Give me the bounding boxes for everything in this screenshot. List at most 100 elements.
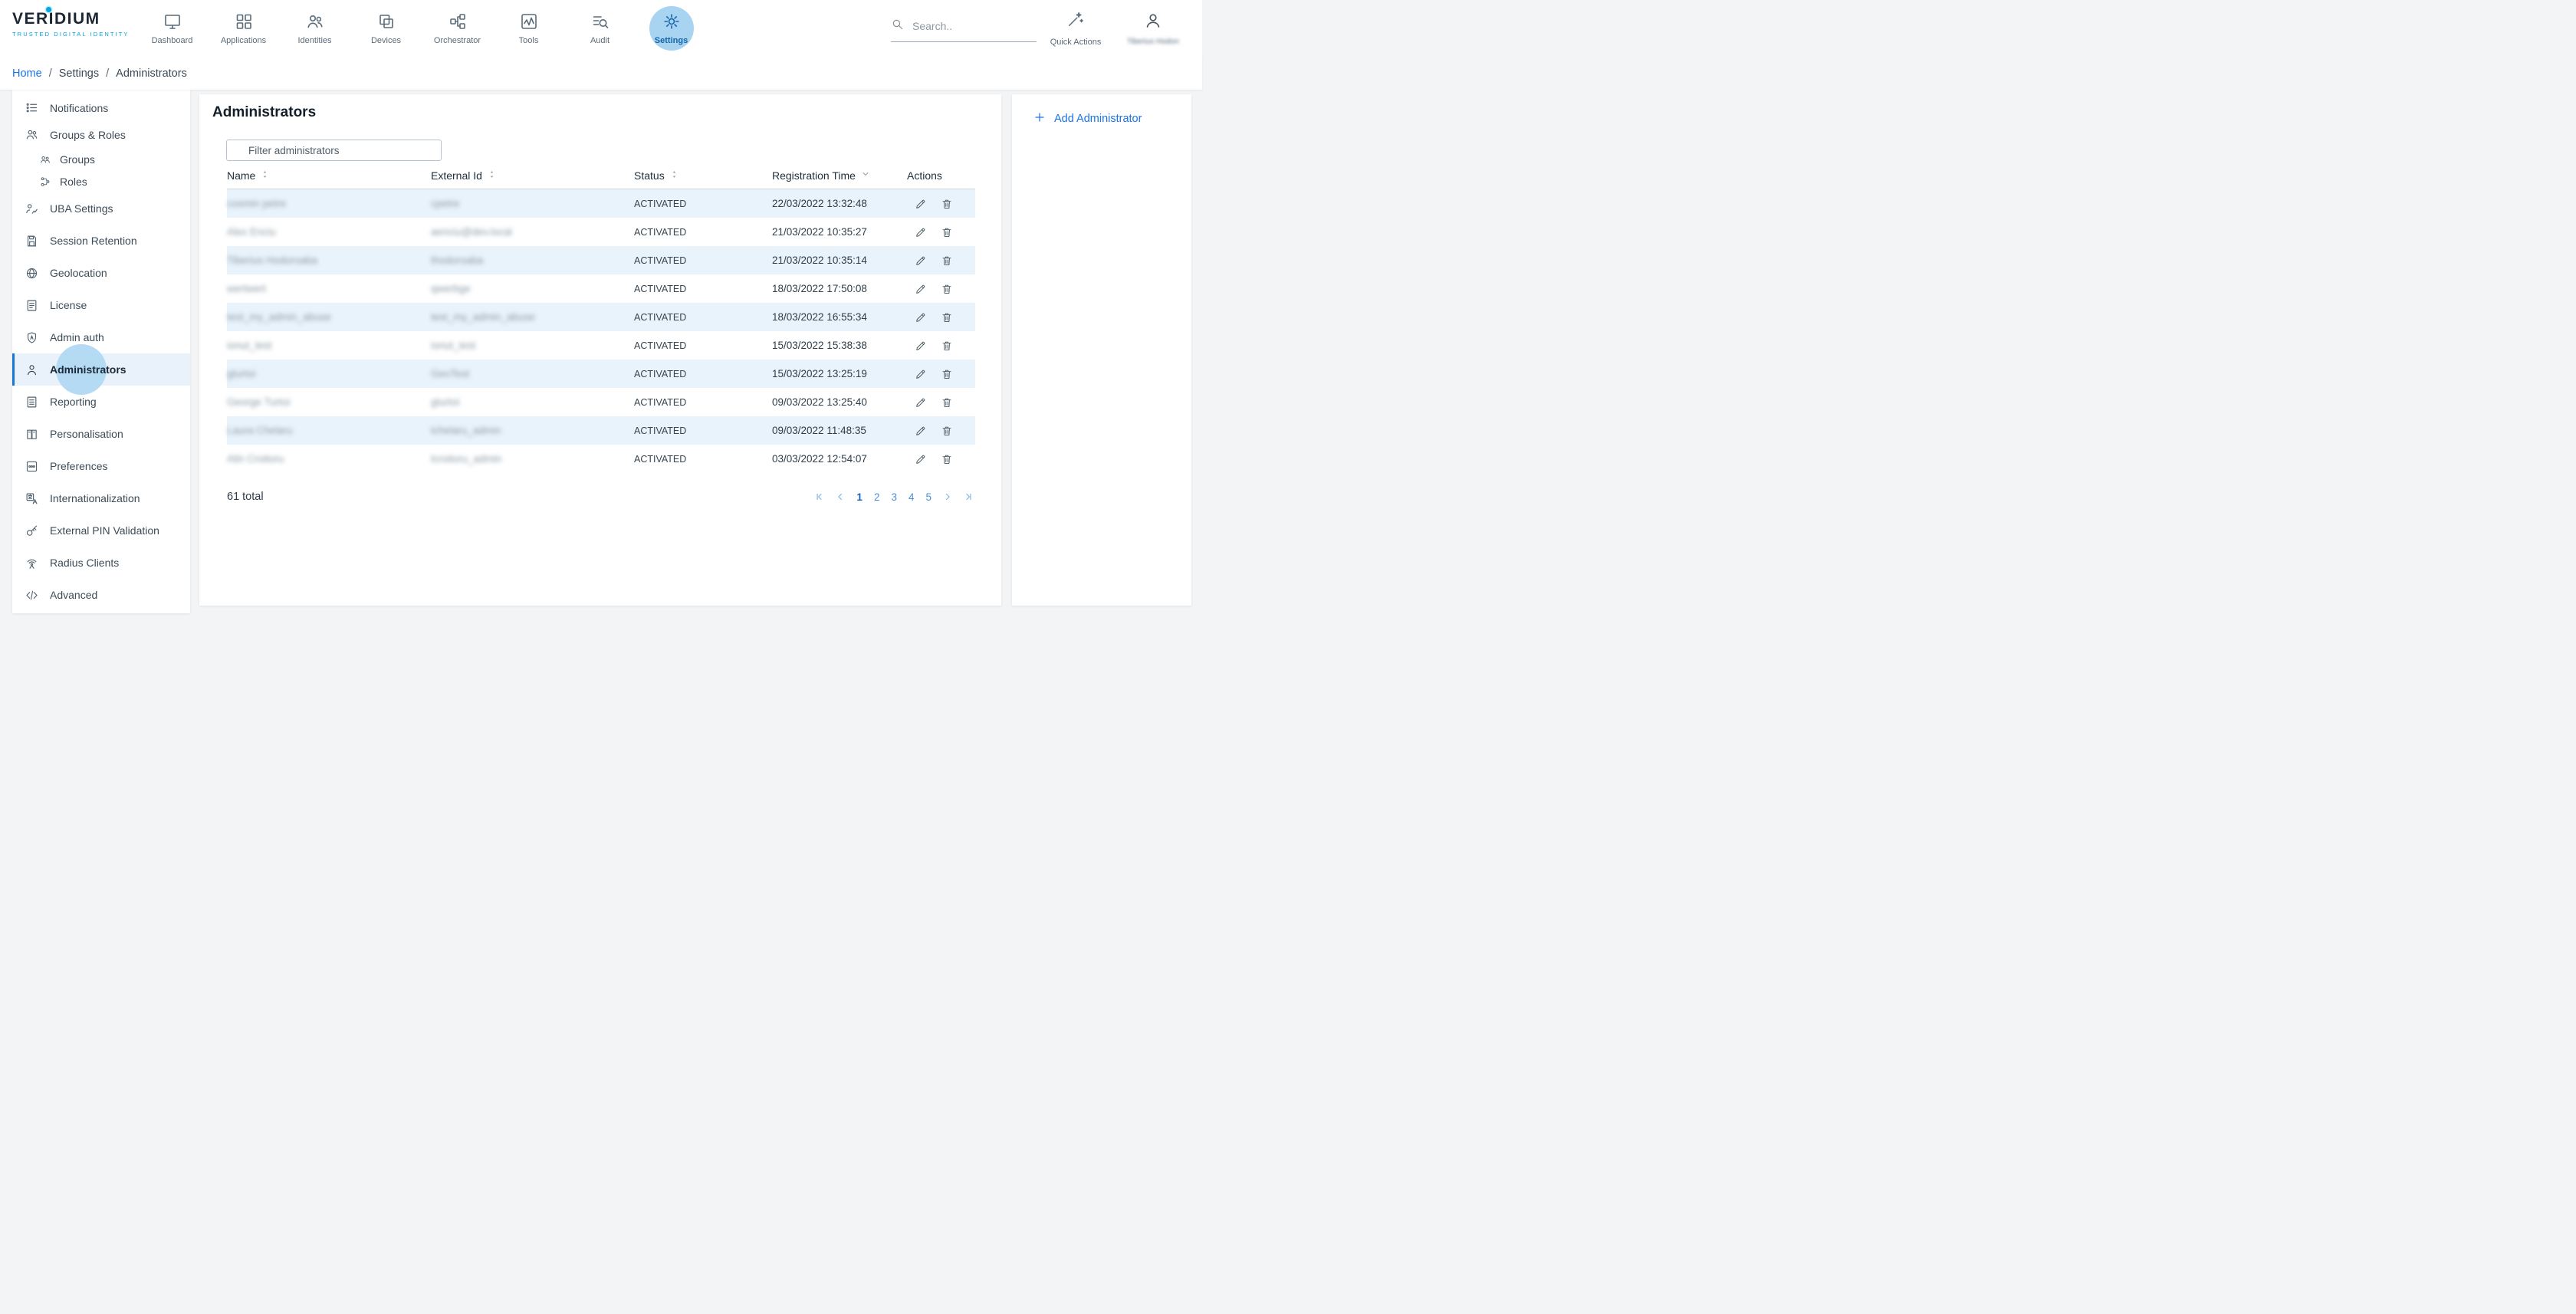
add-administrator-button[interactable]: Add Administrator [1033, 111, 1191, 126]
edit-admin-button[interactable] [913, 452, 928, 467]
top-bar: VERIDIUM TRUSTED DIGITAL IDENTITY Dashbo… [0, 0, 1202, 57]
admin-status: ACTIVATED [634, 199, 772, 209]
sidebar-item-geolocation[interactable]: Geolocation [12, 257, 190, 289]
edit-admin-button[interactable] [913, 196, 928, 212]
admin-status: ACTIVATED [634, 454, 772, 465]
table-row[interactable]: George TurtoigturtoiACTIVATED09/03/2022 … [227, 388, 975, 416]
column-header-label: Actions [907, 169, 942, 182]
sidebar-item-admin-auth[interactable]: Admin auth [12, 321, 190, 353]
sort-both-icon[interactable] [487, 169, 497, 182]
sidebar-item-label: Roles [60, 176, 87, 188]
user-avatar-icon [1144, 11, 1162, 34]
nav-item-tools[interactable]: Tools [493, 0, 564, 57]
table-row[interactable]: Alin Croitorulcroitoru_adminACTIVATED03/… [227, 445, 975, 473]
sidebar-item-roles[interactable]: Roles [12, 170, 190, 192]
page-number-1[interactable]: 1 [854, 491, 865, 503]
column-header-name[interactable]: Name [227, 169, 431, 182]
settings-icon [662, 12, 681, 31]
table-row[interactable]: wertwertqwerbgeACTIVATED18/03/2022 17:50… [227, 274, 975, 303]
nav-item-identities[interactable]: Identities [279, 0, 350, 57]
column-header-status[interactable]: Status [634, 169, 772, 182]
filter-administrators-input[interactable] [226, 140, 442, 161]
sidebar-item-internationalization[interactable]: Internationalization [12, 482, 190, 514]
quick-actions-button[interactable]: Quick Actions [1052, 0, 1099, 57]
sidebar-item-radius-clients[interactable]: Radius Clients [12, 547, 190, 579]
sidebar-item-groups-roles[interactable]: Groups & Roles [12, 121, 190, 148]
table-row[interactable]: Alex Enciuaenciu@dev.localACTIVATED21/03… [227, 218, 975, 246]
plus-icon [1033, 111, 1046, 126]
delete-admin-button[interactable] [939, 196, 955, 212]
trash-icon [941, 255, 953, 267]
trash-icon [941, 425, 953, 437]
admin-status: ACTIVATED [634, 227, 772, 238]
page-number-3[interactable]: 3 [889, 491, 899, 503]
admin-registration-time: 18/03/2022 16:55:34 [772, 311, 907, 323]
page-number-4[interactable]: 4 [906, 491, 917, 503]
sidebar-item-groups[interactable]: Groups [12, 148, 190, 170]
delete-admin-button[interactable] [939, 423, 955, 439]
page-number-5[interactable]: 5 [923, 491, 934, 503]
search-input[interactable] [912, 20, 1027, 32]
sidebar-item-administrators[interactable]: Administrators [12, 353, 190, 386]
sort-both-icon[interactable] [260, 169, 270, 182]
admin-name: Alin Croitoru [227, 453, 284, 465]
nav-item-settings[interactable]: Settings [636, 0, 707, 57]
sidebar-item-uba-settings[interactable]: UBA Settings [12, 192, 190, 225]
admin-registration-time: 21/03/2022 10:35:27 [772, 226, 907, 238]
administrators-icon [25, 363, 38, 376]
first-page-button[interactable] [813, 490, 826, 504]
page-number-2[interactable]: 2 [872, 491, 882, 503]
table-row[interactable]: ionut_testionut_testACTIVATED15/03/2022 … [227, 331, 975, 360]
sidebar-item-reporting[interactable]: Reporting [12, 386, 190, 418]
sidebar-item-preferences[interactable]: Preferences [12, 450, 190, 482]
sidebar-item-external-pin-validation[interactable]: External PIN Validation [12, 514, 190, 547]
table-row[interactable]: test_my_admin_abusetest_my_admin_abuseAC… [227, 303, 975, 331]
edit-admin-button[interactable] [913, 366, 928, 382]
edit-admin-button[interactable] [913, 338, 928, 353]
nav-item-dashboard[interactable]: Dashboard [136, 0, 208, 57]
breadcrumb-settings-link[interactable]: Settings [59, 67, 99, 80]
edit-admin-button[interactable] [913, 395, 928, 410]
delete-admin-button[interactable] [939, 225, 955, 240]
sort-both-icon[interactable] [669, 169, 679, 182]
sidebar-item-personalisation[interactable]: Personalisation [12, 418, 190, 450]
delete-admin-button[interactable] [939, 310, 955, 325]
table-row[interactable]: Tiberius HodoroabathodoroabaACTIVATED21/… [227, 246, 975, 274]
table-row[interactable]: cosmin petrecpetreACTIVATED22/03/2022 13… [227, 189, 975, 218]
edit-admin-button[interactable] [913, 423, 928, 439]
sidebar-item-advanced[interactable]: Advanced [12, 579, 190, 611]
next-page-button[interactable] [941, 490, 955, 504]
delete-admin-button[interactable] [939, 452, 955, 467]
nav-item-devices[interactable]: Devices [350, 0, 422, 57]
trash-icon [941, 226, 953, 238]
breadcrumb-home-link[interactable]: Home [12, 67, 42, 80]
sort-desc-icon[interactable] [860, 169, 871, 182]
sidebar-item-notifications[interactable]: Notifications [12, 94, 190, 121]
delete-admin-button[interactable] [939, 281, 955, 297]
sidebar-item-license[interactable]: License [12, 289, 190, 321]
pencil-icon [915, 255, 927, 267]
delete-admin-button[interactable] [939, 253, 955, 268]
delete-admin-button[interactable] [939, 395, 955, 410]
table-row[interactable]: gturtoiGeoTestACTIVATED15/03/2022 13:25:… [227, 360, 975, 388]
sidebar-item-session-retention[interactable]: Session Retention [12, 225, 190, 257]
table-row[interactable]: Laura Chelarulchelaru_adminACTIVATED09/0… [227, 416, 975, 445]
brand-name: VERIDIUM [12, 10, 130, 28]
nav-item-applications[interactable]: Applications [208, 0, 279, 57]
nav-item-audit[interactable]: Audit [564, 0, 636, 57]
admin-name: Alex Enciu [227, 226, 276, 238]
column-header-registration-time[interactable]: Registration Time [772, 169, 907, 182]
nav-item-orchestrator[interactable]: Orchestrator [422, 0, 493, 57]
edit-admin-button[interactable] [913, 310, 928, 325]
last-page-button[interactable] [961, 490, 975, 504]
veridium-logo[interactable]: VERIDIUM TRUSTED DIGITAL IDENTITY [12, 10, 130, 38]
edit-admin-button[interactable] [913, 225, 928, 240]
user-menu[interactable]: Tiberius Hodoroaba [1125, 0, 1181, 57]
edit-admin-button[interactable] [913, 281, 928, 297]
column-header-external-id[interactable]: External Id [431, 169, 634, 182]
prev-page-button[interactable] [833, 490, 847, 504]
delete-admin-button[interactable] [939, 338, 955, 353]
edit-admin-button[interactable] [913, 253, 928, 268]
nav-item-label: Tools [519, 36, 539, 45]
delete-admin-button[interactable] [939, 366, 955, 382]
